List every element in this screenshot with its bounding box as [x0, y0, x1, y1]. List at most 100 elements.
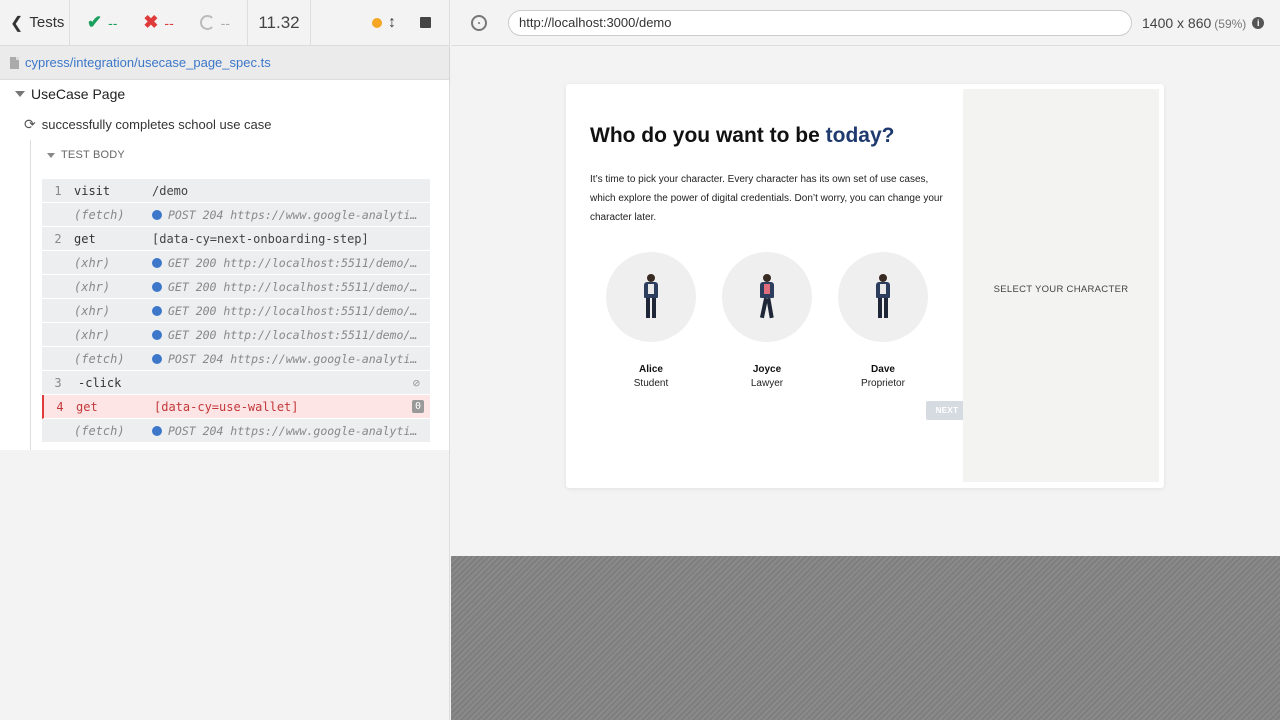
command-message: GET 200 http://localhost:5511/demo/chara… — [152, 280, 430, 294]
avatar[interactable] — [722, 252, 812, 342]
command-name: get — [76, 399, 98, 414]
character-role: Student — [633, 378, 669, 389]
command-name: visit — [74, 183, 111, 198]
request-text: POST 204 https://www.google-analytics.co… — [168, 423, 430, 438]
element-count-badge: 0 — [411, 400, 424, 413]
command-number: 3 — [54, 375, 62, 390]
request-dot-icon — [152, 425, 162, 436]
request-dot-icon — [152, 281, 162, 292]
command-row-failed[interactable]: 4 get [data-cy=use-wallet] 0 — [42, 395, 430, 419]
character-role: Lawyer — [750, 378, 784, 389]
command-message: /demo — [152, 183, 189, 198]
info-icon[interactable]: i — [1252, 16, 1265, 29]
character-preview-panel: SELECT YOUR CHARACTER — [963, 89, 1159, 482]
avatar[interactable] — [838, 252, 928, 342]
request-text: POST 204 https://www.google-analytics.co… — [168, 351, 430, 366]
test-body: TEST BODY 1 visit /demo (fetch) POST 204… — [30, 140, 430, 450]
request-text: GET 200 http://localhost:5511/demo/chara… — [168, 279, 430, 294]
command-message: POST 204 https://www.google-analytics.co… — [152, 208, 430, 222]
command-number: 2 — [54, 231, 62, 246]
character-dave[interactable]: Dave Proprietor — [838, 252, 928, 389]
app-viewport: Who do you want to be today? It’s time t… — [451, 47, 1280, 556]
character-joyce[interactable]: Joyce Lawyer — [722, 252, 812, 389]
test-header[interactable]: ⟳ successfully completes school use case — [24, 116, 272, 133]
command-name: (xhr) — [74, 255, 111, 270]
running-indicator-icon — [372, 17, 382, 28]
failed-stat: ✖ -- — [143, 12, 173, 33]
request-dot-icon — [152, 329, 162, 340]
title-accent: today? — [825, 124, 895, 147]
title-main: Who do you want to be — [590, 124, 826, 147]
command-name: (fetch) — [74, 423, 125, 438]
auto-scroll-icon[interactable]: ↕ — [388, 14, 396, 32]
spec-path-link[interactable]: cypress/integration/usecase_page_spec.ts — [25, 55, 271, 70]
character-role: Proprietor — [861, 378, 905, 389]
character-name: Alice — [639, 364, 663, 375]
request-text: GET 200 http://localhost:5511/demo/steps — [168, 303, 430, 318]
command-message: [data-cy=use-wallet] — [154, 399, 299, 414]
command-row[interactable]: (fetch) POST 204 https://www.google-anal… — [42, 419, 430, 443]
test-body-toggle[interactable]: TEST BODY — [47, 149, 125, 161]
selector-playground-icon[interactable] — [471, 14, 487, 31]
command-row[interactable]: (fetch) POST 204 https://www.google-anal… — [42, 203, 430, 227]
suite-header[interactable]: UseCase Page — [15, 86, 125, 102]
duration: 11.32 — [248, 0, 311, 45]
command-row[interactable]: (xhr) GET 200 http://localhost:5511/demo… — [42, 251, 430, 275]
request-dot-icon — [152, 209, 162, 220]
command-name: (fetch) — [74, 207, 125, 222]
command-row[interactable]: (fetch) POST 204 https://www.google-anal… — [42, 347, 430, 371]
viewport-overflow-area — [451, 556, 1280, 720]
running-refresh-icon: ⟳ — [24, 116, 36, 132]
command-message: [data-cy=next-onboarding-step] — [152, 231, 369, 246]
file-icon — [10, 56, 19, 69]
caret-down-icon — [15, 91, 25, 97]
command-message: POST 204 https://www.google-analytics.co… — [152, 424, 430, 438]
command-number: 4 — [56, 399, 64, 414]
command-message: POST 204 https://www.google-analytics.co… — [152, 352, 430, 366]
request-dot-icon — [152, 305, 162, 316]
test-body-label: TEST BODY — [61, 149, 125, 161]
command-row[interactable]: (xhr) GET 200 http://localhost:5511/demo… — [42, 275, 430, 299]
passed-count: -- — [108, 14, 118, 31]
command-name: (xhr) — [74, 303, 111, 318]
reporter-panel: ❮ Tests ✔ -- ✖ -- -- 11.32 ↕ cypress/int… — [0, 0, 450, 720]
request-text: GET 200 http://localhost:5511/demo/useca… — [168, 255, 430, 270]
url-bar[interactable]: http://localhost:3000/demo — [508, 9, 1132, 36]
passed-stat: ✔ -- — [87, 12, 117, 33]
pending-icon — [199, 15, 215, 30]
student-figure-icon — [641, 274, 661, 320]
viewport-info: 1400 x 860 (59%) — [1142, 15, 1246, 31]
next-button[interactable]: NEXT — [926, 401, 968, 420]
aut-panel: http://localhost:3000/demo 1400 x 860 (59… — [451, 0, 1280, 720]
command-name: (xhr) — [74, 327, 111, 342]
command-row[interactable]: 3 -click ⊘ — [42, 371, 430, 395]
request-dot-icon — [152, 353, 162, 364]
check-icon: ✔ — [86, 12, 103, 32]
stop-button[interactable] — [420, 17, 431, 28]
character-alice[interactable]: Alice Student — [606, 252, 696, 389]
aut-header: http://localhost:3000/demo 1400 x 860 (59… — [451, 0, 1280, 46]
select-character-label: SELECT YOUR CHARACTER — [993, 284, 1129, 295]
failed-count: -- — [164, 14, 174, 31]
character-select-card: Who do you want to be today? It’s time t… — [566, 84, 1164, 488]
request-text: GET 200 http://localhost:5511/demo/secti… — [168, 327, 430, 342]
test-title: successfully completes school use case — [41, 117, 272, 132]
command-row[interactable]: (xhr) GET 200 http://localhost:5511/demo… — [42, 323, 430, 347]
tests-label: Tests — [29, 14, 65, 31]
lawyer-figure-icon — [757, 274, 777, 320]
reporter-header: ❮ Tests ✔ -- ✖ -- -- 11.32 ↕ — [0, 0, 449, 46]
page-description: It’s time to pick your character. Every … — [590, 174, 943, 223]
command-message: GET 200 http://localhost:5511/demo/steps — [152, 304, 430, 318]
chevron-left-icon: ❮ — [10, 14, 24, 32]
character-name: Joyce — [752, 364, 782, 375]
avatar[interactable] — [606, 252, 696, 342]
command-row[interactable]: 1 visit /demo — [42, 179, 430, 203]
viewport-scale: (59%) — [1214, 16, 1247, 31]
run-controls: ↕ — [311, 0, 449, 45]
proprietor-figure-icon — [873, 274, 893, 320]
suite-title: UseCase Page — [31, 86, 126, 102]
command-row[interactable]: (xhr) GET 200 http://localhost:5511/demo… — [42, 299, 430, 323]
x-icon: ✖ — [143, 12, 159, 32]
tests-back-button[interactable]: ❮ Tests — [0, 0, 70, 45]
command-row[interactable]: 2 get [data-cy=next-onboarding-step] — [42, 227, 430, 251]
